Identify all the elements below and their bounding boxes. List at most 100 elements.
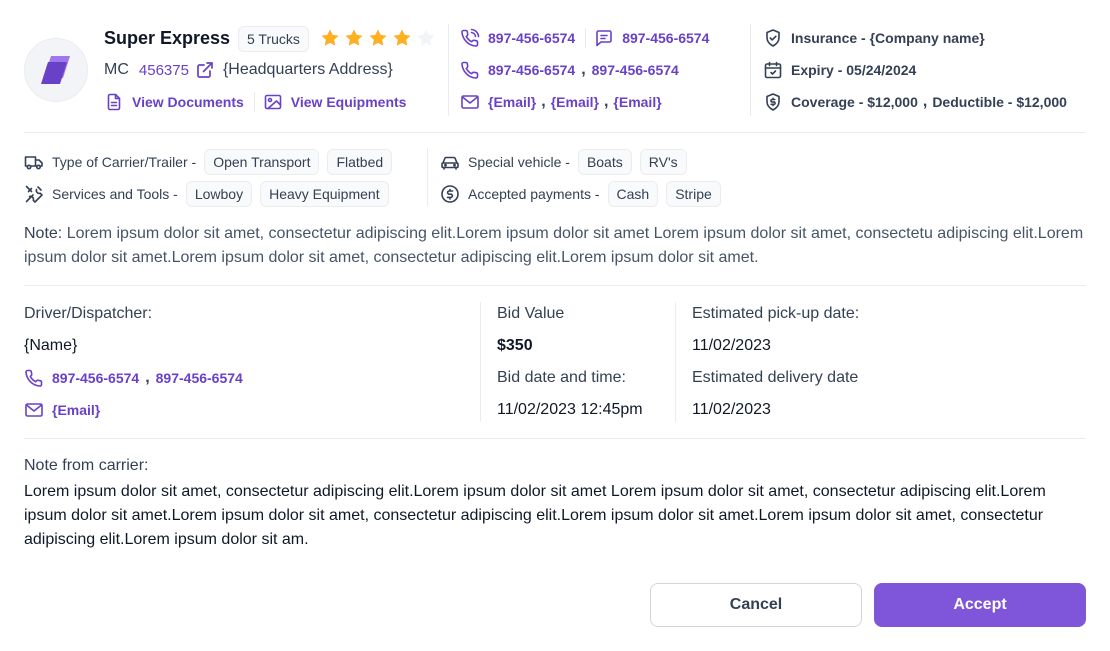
accept-button[interactable]: Accept xyxy=(874,583,1086,627)
phone-link[interactable]: 897-456-6574 xyxy=(488,62,575,78)
email-link[interactable]: {Email} xyxy=(488,94,536,110)
mc-label: MC xyxy=(104,61,129,78)
insurance-row: Insurance - {Company name} xyxy=(763,28,985,48)
note: Note: Lorem ipsum dolor sit amet, consec… xyxy=(24,222,1086,270)
mail-icon xyxy=(460,92,480,112)
rating-stars xyxy=(320,28,436,48)
driver-phone-row: 897-456-6574 , 897-456-6574 xyxy=(24,368,243,388)
carrier-type-row: Type of Carrier/Trailer - Open Transport… xyxy=(24,149,400,175)
star-filled-icon xyxy=(320,28,340,48)
document-icon xyxy=(104,92,124,112)
star-filled-icon xyxy=(344,28,364,48)
view-equipments-link[interactable]: View Equipments xyxy=(291,94,407,110)
delivery-label: Estimated delivery date xyxy=(692,369,859,386)
divider xyxy=(253,92,255,112)
carrier-type-chip: Flatbed xyxy=(327,149,393,175)
truck-icon xyxy=(24,152,44,172)
mail-icon xyxy=(24,400,44,420)
divider xyxy=(585,28,587,48)
special-vehicle-row: Special vehicle - Boats RV's xyxy=(440,149,695,175)
payment-chip: Cash xyxy=(607,181,659,207)
bid-value: $350 xyxy=(497,337,533,354)
contact-row-2: 897-456-6574 , 897-456-6574 xyxy=(460,60,679,80)
tools-icon xyxy=(24,184,44,204)
driver-name: {Name} xyxy=(24,337,78,354)
contact-row-3: {Email} , {Email} , {Email} xyxy=(460,92,662,112)
separator: , xyxy=(581,61,586,78)
details-divider xyxy=(675,302,676,422)
special-vehicle-chip: RV's xyxy=(639,149,687,175)
section-divider xyxy=(24,132,1086,133)
section-divider xyxy=(24,438,1086,439)
expiry-row: Expiry - 05/24/2024 xyxy=(763,60,916,80)
payments-row: Accepted payments - Cash Stripe xyxy=(440,181,729,207)
special-vehicle-label: Special vehicle - xyxy=(468,154,570,170)
dollar-circle-icon xyxy=(440,184,460,204)
separator: , xyxy=(603,93,609,110)
pickup-date: 11/02/2023 xyxy=(692,337,771,354)
documents-row: View Documents View Equipments xyxy=(104,92,414,112)
star-filled-icon xyxy=(392,28,412,48)
phone-link[interactable]: 897-456-6574 xyxy=(592,62,679,78)
coverage-row: Coverage - $12,000 , Deductible - $12,00… xyxy=(763,92,1067,112)
driver-phone-link[interactable]: 897-456-6574 xyxy=(52,370,139,386)
service-chip: Lowboy xyxy=(185,181,253,207)
driver-phone-link[interactable]: 897-456-6574 xyxy=(156,370,243,386)
message-icon xyxy=(594,28,614,48)
note-text: Lorem ipsum dolor sit amet, consectetur … xyxy=(24,225,1084,266)
company-logo xyxy=(24,38,88,102)
phone-icon xyxy=(24,368,44,388)
view-documents-link[interactable]: View Documents xyxy=(132,94,244,110)
section-divider xyxy=(24,285,1086,286)
bid-date-label: Bid date and time: xyxy=(497,369,626,386)
details-divider xyxy=(480,302,481,422)
carrier-type-label: Type of Carrier/Trailer - xyxy=(52,154,197,170)
driver-label: Driver/Dispatcher: xyxy=(24,305,153,322)
external-link-icon[interactable] xyxy=(195,60,215,80)
bid-value-label: Bid Value xyxy=(497,305,565,322)
bid-date: 11/02/2023 12:45pm xyxy=(497,401,643,418)
calendar-icon xyxy=(763,60,783,80)
driver-email-row: {Email} xyxy=(24,400,100,420)
phone-icon xyxy=(460,28,480,48)
payment-chip: Stripe xyxy=(666,181,721,207)
header-divider xyxy=(750,24,751,116)
insurance-text: Insurance - {Company name} xyxy=(791,30,985,46)
shield-dollar-icon xyxy=(763,92,783,112)
deductible-text: Deductible - $12,000 xyxy=(932,94,1067,110)
shield-check-icon xyxy=(763,28,783,48)
carrier-note-text: Lorem ipsum dolor sit amet, consectetur … xyxy=(24,483,1046,548)
tags-divider xyxy=(427,148,428,206)
star-filled-icon xyxy=(368,28,388,48)
phone-link[interactable]: 897-456-6574 xyxy=(488,30,575,46)
driver-email-link[interactable]: {Email} xyxy=(52,402,100,418)
payments-label: Accepted payments - xyxy=(468,186,600,202)
separator: , xyxy=(922,93,928,110)
mc-number: 456375 xyxy=(138,61,189,79)
sms-link[interactable]: 897-456-6574 xyxy=(622,30,709,46)
header-divider xyxy=(448,24,449,116)
note-label: Note: xyxy=(24,225,63,242)
headquarters-address: {Headquarters Address} xyxy=(222,61,393,78)
company-name: Super Express xyxy=(104,28,231,48)
image-icon xyxy=(263,92,283,112)
carrier-note-label: Note from carrier: xyxy=(24,457,149,474)
delivery-date: 11/02/2023 xyxy=(692,401,771,418)
services-label: Services and Tools - xyxy=(52,186,178,202)
separator: , xyxy=(541,93,546,110)
service-chip: Heavy Equipment xyxy=(260,181,389,207)
car-icon xyxy=(440,152,460,172)
mc-row: MC 456375 {Headquarters Address} xyxy=(104,60,393,80)
trucks-badge: 5 Trucks xyxy=(238,26,309,52)
special-vehicle-chip: Boats xyxy=(577,149,632,175)
star-empty-icon xyxy=(416,28,436,48)
coverage-text: Coverage - $12,000 xyxy=(791,94,918,110)
separator: , xyxy=(145,369,150,386)
phone-icon xyxy=(460,60,480,80)
cancel-button[interactable]: Cancel xyxy=(650,583,862,627)
contact-row-1: 897-456-6574 897-456-6574 xyxy=(460,28,709,48)
email-link[interactable]: {Email} xyxy=(613,94,661,110)
pickup-label: Estimated pick-up date: xyxy=(692,305,860,322)
email-link[interactable]: {Email} xyxy=(551,94,599,110)
carrier-type-chip: Open Transport xyxy=(204,149,320,175)
